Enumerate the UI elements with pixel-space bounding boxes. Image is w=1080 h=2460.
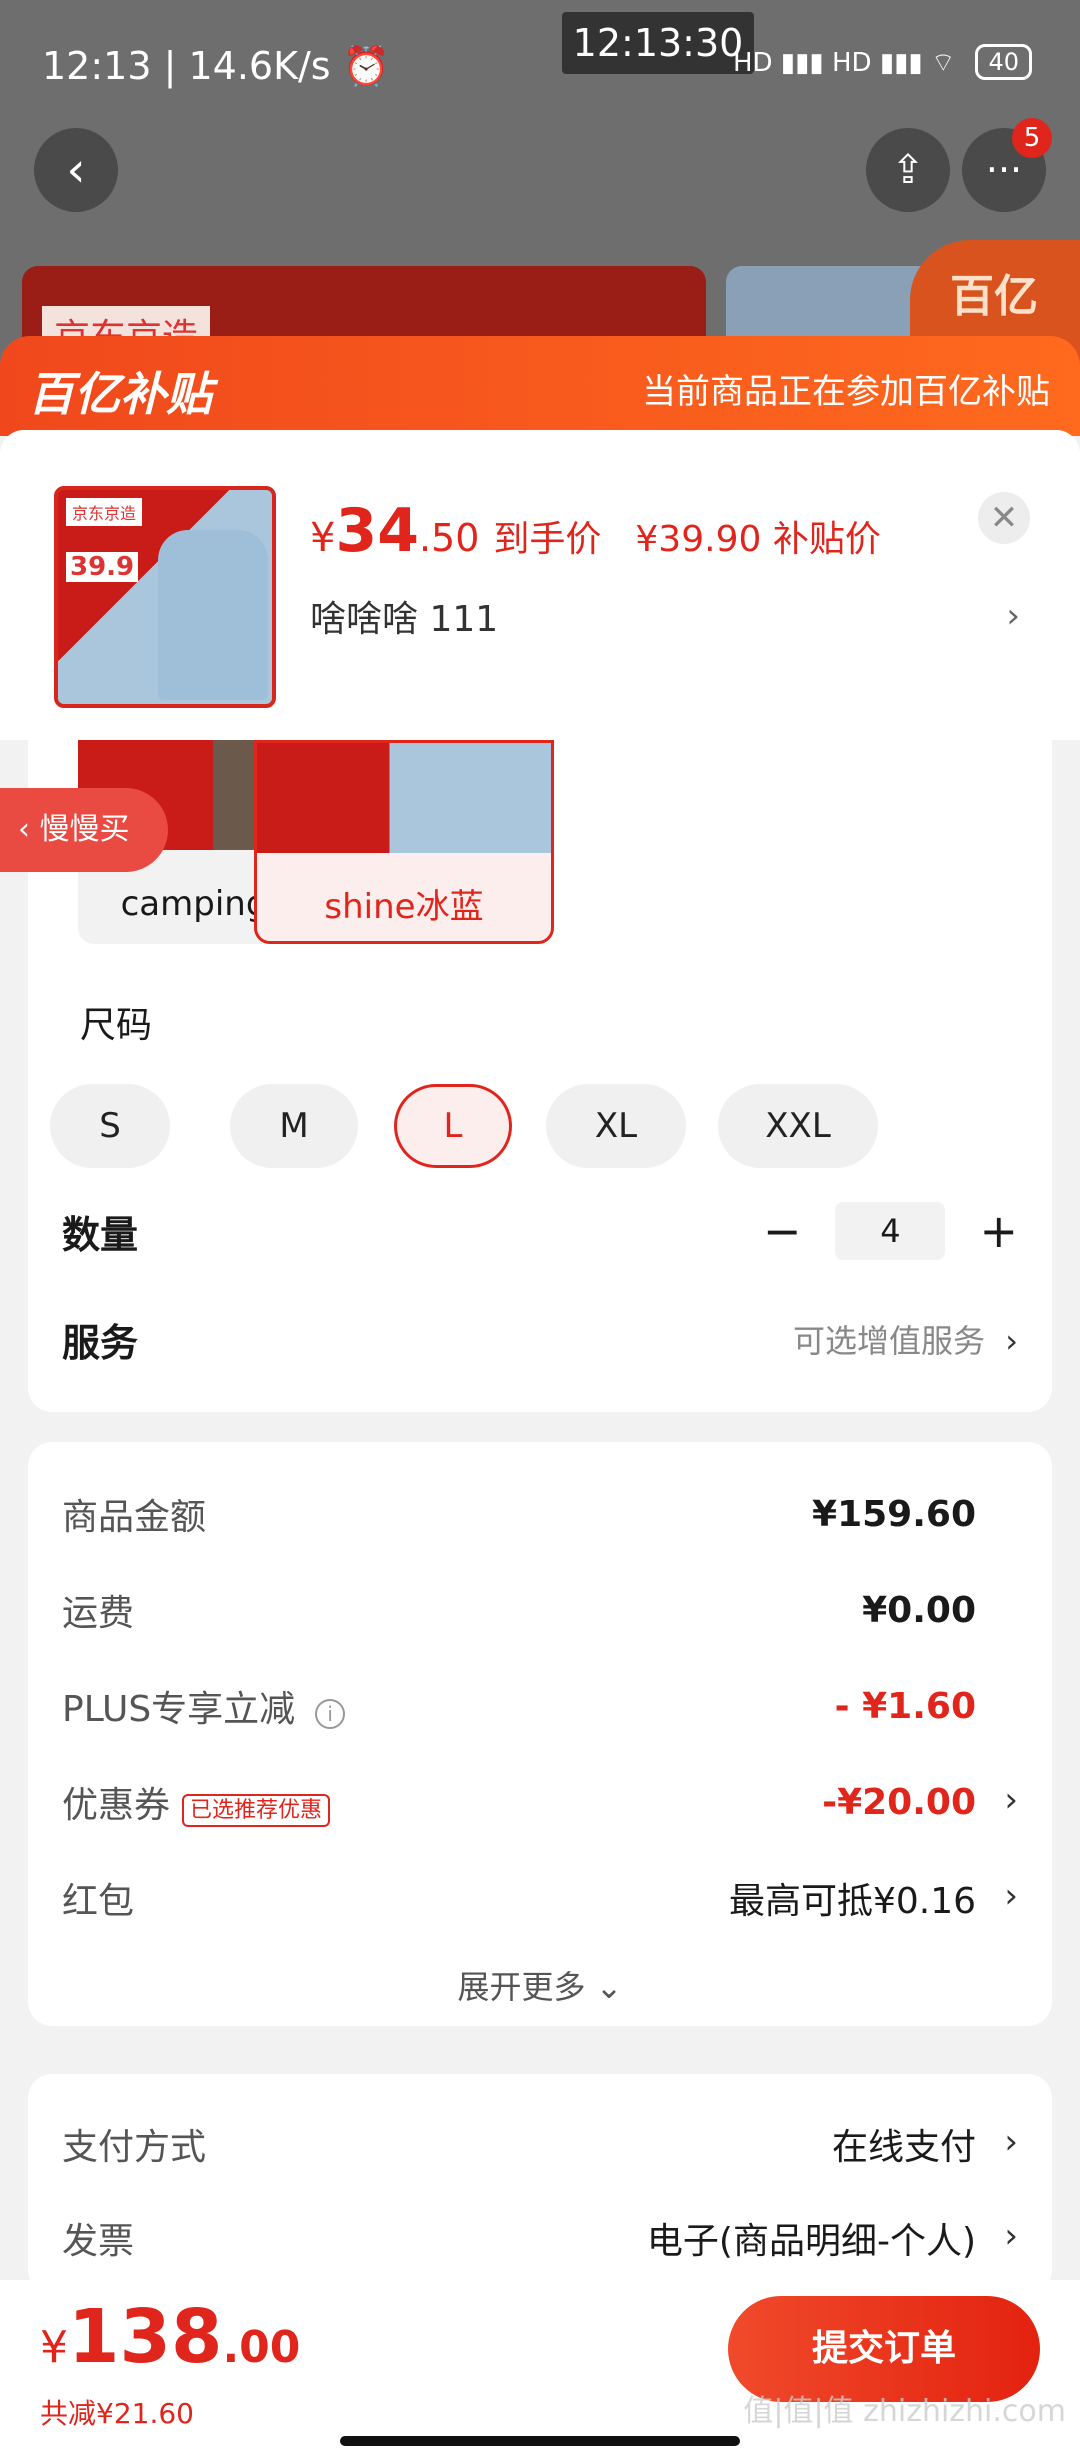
thumb-price: 39.9 (66, 552, 139, 582)
total-price: ¥ 138 .00 (40, 2294, 300, 2380)
shipping-row: 运费 ¥0.00 (62, 1580, 976, 1640)
minus-icon[interactable]: − (763, 1204, 802, 1258)
payment-card: 支付方式 在线支付 › 发票 电子(商品明细-个人) › (28, 2074, 1052, 2294)
total-int: 138 (68, 2294, 223, 2380)
shipping-label: 运费 (62, 1593, 135, 1634)
color-image (257, 743, 551, 853)
chevron-right-icon[interactable]: › (1006, 596, 1020, 636)
screen-clock: 12:13:30 (562, 12, 754, 74)
status-bar: 12:13 | 14.6K/s ⏰ 12:13:30 HD ▮▮▮ HD ▮▮▮… (0, 0, 1080, 130)
back-icon[interactable]: ‹ (34, 128, 118, 212)
total-symbol: ¥ (40, 2322, 68, 2373)
order-sheet: 京东京造 39.9 ¥ 34 .50 到手价 ¥39.90 补贴价 ✕ 啥啥啥 … (0, 430, 1080, 2460)
price-int: 34 (335, 496, 419, 566)
close-icon[interactable]: ✕ (978, 492, 1030, 544)
coupon-label: 优惠券 (62, 1785, 171, 1826)
shirt-image (158, 530, 268, 700)
plus-label: PLUS专享立减 (62, 1689, 296, 1730)
size-option-xxl[interactable]: XXL (718, 1084, 878, 1168)
quantity-value[interactable]: 4 (835, 1202, 946, 1260)
thumb-brand-tag: 京东京造 (66, 498, 143, 526)
home-indicator[interactable] (340, 2436, 740, 2446)
quantity-row: 数量 − 4 + (62, 1196, 1018, 1266)
goods-amount-row: 商品金额 ¥159.60 (62, 1484, 976, 1544)
price-dec: .50 (418, 516, 480, 560)
service-value: 可选增值服务 › (793, 1322, 1018, 1360)
status-icons: HD ▮▮▮ HD ▮▮▮ ⌔ 40 (733, 44, 1032, 80)
signal-icon: HD ▮▮▮ HD ▮▮▮ ⌔ (732, 47, 956, 78)
subsidy-logo: 百亿补贴 (28, 367, 212, 421)
product-summary: 京东京造 39.9 ¥ 34 .50 到手价 ¥39.90 补贴价 ✕ 啥啥啥 … (0, 430, 1080, 740)
subsidy-price: ¥39.90 补贴价 (635, 519, 881, 560)
quantity-label: 数量 (62, 1212, 139, 1257)
redpacket-row[interactable]: 红包 最高可抵¥0.16 (62, 1868, 976, 1928)
size-title: 尺码 (80, 1005, 153, 1046)
invoice-row[interactable]: 发票 电子(商品明细-个人) (62, 2208, 976, 2268)
total-dec: .00 (222, 2322, 301, 2373)
more-button[interactable]: ··· 5 (962, 118, 1052, 212)
chevron-right-icon[interactable]: › (1004, 2216, 1018, 2256)
plus-value: - ¥1.60 (834, 1685, 976, 1727)
subsidy-header: 百亿补贴 当前商品正在参加百亿补贴 (0, 336, 1080, 436)
plus-label-wrap: PLUS专享立减 i (62, 1680, 346, 1732)
watermark: 值|值|值 zhizhizhi.com (743, 2394, 1066, 2429)
size-option-xl[interactable]: XL (546, 1084, 686, 1168)
checkout-bar: ¥ 138 .00 共减¥21.60 提交订单 (0, 2280, 1080, 2460)
chevron-right-icon[interactable]: › (1004, 1876, 1018, 1916)
redpacket-value: 最高可抵¥0.16 (728, 1881, 976, 1922)
color-option-shine[interactable]: shine冰蓝 (254, 740, 554, 944)
shipping-value: ¥0.00 (862, 1589, 976, 1631)
invoice-value: 电子(商品明细-个人) (646, 2221, 976, 2262)
quantity-stepper: − 4 + (763, 1202, 1018, 1260)
more-icon: ··· (985, 148, 1023, 192)
color-name: shine冰蓝 (324, 887, 484, 927)
size-option-m[interactable]: M (230, 1084, 358, 1168)
info-icon[interactable]: i (315, 1699, 346, 1729)
share-icon[interactable]: ⇪ (866, 128, 950, 212)
price-symbol: ¥ (310, 515, 336, 561)
spec-card: camping黑色 shine冰蓝 尺码 S M L XL XXL 数量 − 4… (28, 740, 1052, 1412)
coupon-label-wrap: 优惠券 已选推荐优惠 (62, 1776, 331, 1828)
redpacket-label: 红包 (62, 1881, 135, 1922)
coupon-value: -¥20.00 (822, 1781, 976, 1823)
service-label: 服务 (62, 1320, 139, 1365)
service-row[interactable]: 服务 可选增值服务 › (62, 1304, 1018, 1374)
invoice-label: 发票 (62, 2221, 135, 2262)
price-label: 到手价 (493, 519, 602, 560)
price-row: ¥ 34 .50 到手价 ¥39.90 补贴价 (310, 496, 881, 566)
product-thumbnail: 京东京造 39.9 (54, 486, 276, 708)
payment-method-row[interactable]: 支付方式 在线支付 (62, 2114, 976, 2174)
chevron-right-icon: › (1005, 1322, 1018, 1360)
goods-value: ¥159.60 (812, 1493, 976, 1535)
chevron-right-icon[interactable]: › (1004, 1780, 1018, 1820)
size-option-l[interactable]: L (394, 1084, 512, 1168)
notification-badge: 5 (1012, 118, 1052, 158)
status-time-speed: 12:13 | 14.6K/s ⏰ (42, 44, 390, 88)
selected-variant[interactable]: 啥啥啥 111 (310, 590, 498, 642)
cost-card: 商品金额 ¥159.60 运费 ¥0.00 PLUS专享立减 i - ¥1.60 … (28, 1442, 1052, 2026)
goods-label: 商品金额 (62, 1497, 207, 1538)
payment-label: 支付方式 (62, 2127, 207, 2168)
total-saved: 共减¥21.60 (40, 2397, 194, 2430)
plus-icon[interactable]: + (979, 1204, 1018, 1258)
coupon-row[interactable]: 优惠券 已选推荐优惠 -¥20.00 (62, 1772, 976, 1832)
battery-icon: 40 (975, 44, 1032, 80)
coupon-tag: 已选推荐优惠 (182, 1794, 331, 1827)
slow-buy-tab[interactable]: ‹ 慢慢买 (0, 788, 168, 872)
subsidy-message: 当前商品正在参加百亿补贴 (642, 372, 1050, 412)
size-option-s[interactable]: S (50, 1084, 170, 1168)
plus-discount-row: PLUS专享立减 i - ¥1.60 (62, 1676, 976, 1736)
expand-more-button[interactable]: 展开更多 ⌄ (28, 1962, 1052, 2008)
chevron-right-icon[interactable]: › (1004, 2122, 1018, 2162)
payment-value: 在线支付 (831, 2127, 976, 2168)
